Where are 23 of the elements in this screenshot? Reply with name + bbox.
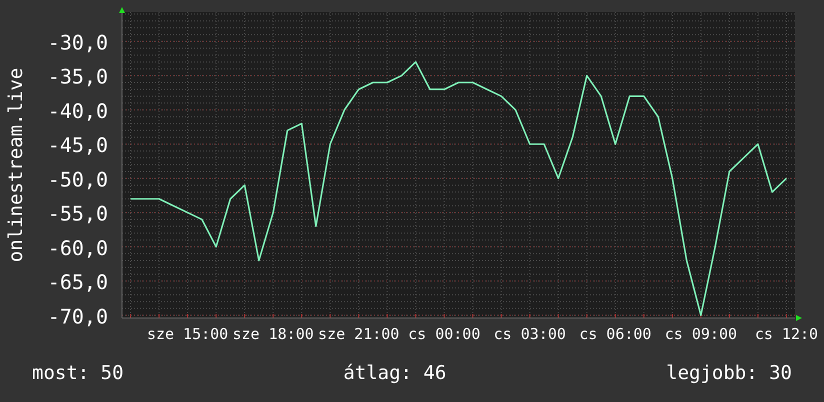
- axis-arrow-icon: [119, 7, 125, 13]
- x-axis-label: sze 18:00: [232, 325, 314, 343]
- y-axis-label: -40,0: [48, 98, 108, 123]
- x-axis-label: cs 12:0: [754, 325, 818, 343]
- y-axis-label: -60,0: [48, 236, 108, 260]
- x-axis-label: sze 15:00: [146, 325, 228, 343]
- y-axis-label: -30,0: [48, 30, 108, 54]
- y-axis-label: -50,0: [48, 167, 108, 192]
- legend-stat: legjobb: 30: [666, 362, 792, 384]
- axis-arrow-icon: [796, 315, 802, 321]
- legend-stat: most: 50: [32, 362, 124, 384]
- y-axis-label: -55,0: [48, 202, 108, 226]
- x-axis-label: cs 06:00: [579, 325, 652, 343]
- legend-stat: átlag: 46: [343, 362, 446, 384]
- x-axis-label: cs 03:00: [494, 325, 566, 343]
- x-axis-label: cs 09:00: [664, 325, 738, 343]
- y-axis-title: onlinestream.live: [5, 68, 27, 262]
- x-axis-label: cs 00:00: [408, 325, 480, 343]
- y-axis-label: -45,0: [48, 133, 108, 158]
- x-axis-label: sze 21:00: [318, 325, 400, 343]
- y-axis-label: -35,0: [48, 64, 108, 89]
- y-axis-label: -70,0: [48, 304, 108, 328]
- y-axis-label: -65,0: [48, 270, 108, 294]
